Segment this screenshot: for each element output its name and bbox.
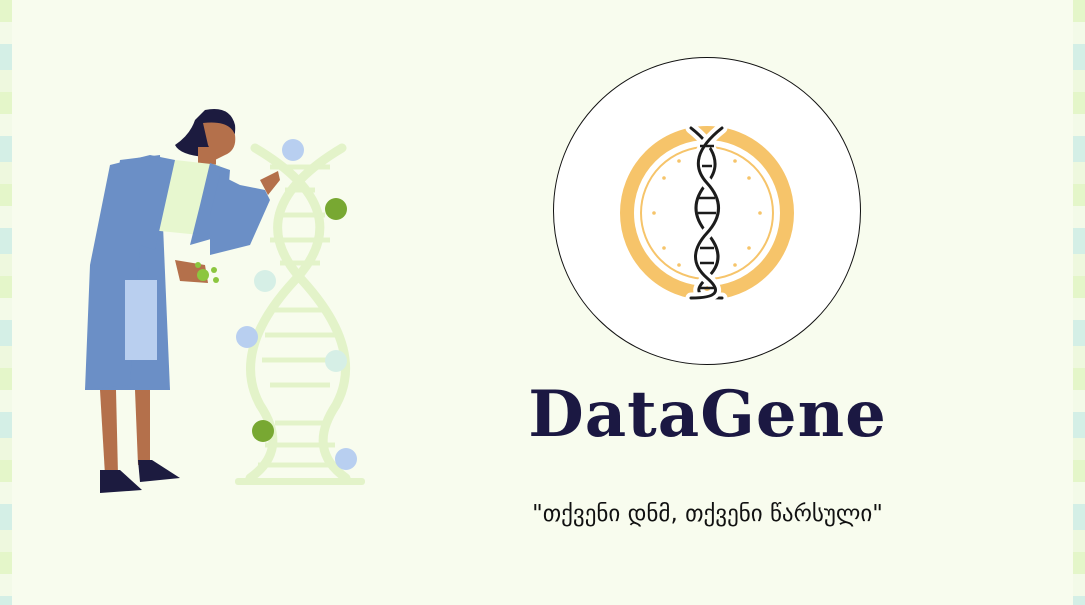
- scientist-figure: [85, 109, 280, 493]
- dna-helix-icon: [620, 122, 794, 304]
- right-decorative-stripe: [1073, 0, 1085, 605]
- left-decorative-stripe: [0, 0, 12, 605]
- logo-circle: [553, 57, 861, 365]
- brand-title: DataGene: [528, 377, 887, 452]
- brand-slogan: "თქვენი დნმ, თქვენი წარსული": [532, 501, 883, 527]
- scientist-dna-illustration: [85, 109, 365, 493]
